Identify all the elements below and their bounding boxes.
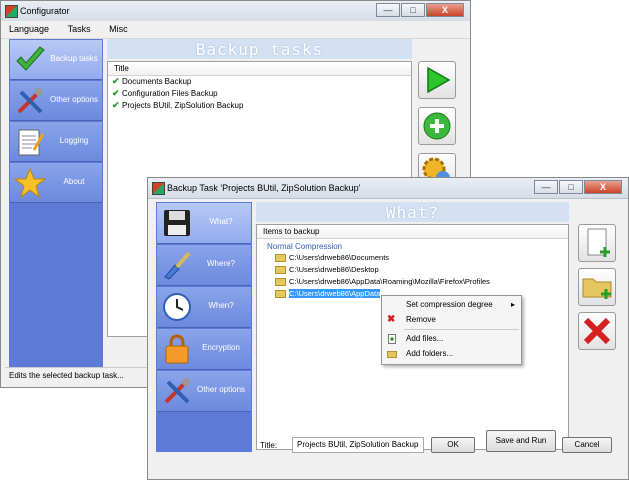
dialog-titlebar[interactable]: Backup Task 'Projects BUtil, ZipSolution… xyxy=(148,178,628,199)
list-item[interactable]: ✔ Configuration Files Backup xyxy=(108,88,411,100)
folder-icon xyxy=(275,290,286,299)
sidebar-item-label: Logging xyxy=(59,136,89,145)
folder-icon xyxy=(275,278,286,287)
sidebar-item-label: Other options xyxy=(196,385,246,394)
tools-icon xyxy=(17,88,43,114)
close-button[interactable]: X xyxy=(426,3,464,17)
window-title: Configurator xyxy=(20,6,70,16)
lock-icon xyxy=(165,334,189,364)
app-icon xyxy=(152,182,165,195)
maximize-button[interactable]: □ xyxy=(401,3,425,17)
save-and-run-button[interactable]: Save and Run xyxy=(486,430,556,452)
sidebar-item-about[interactable]: About xyxy=(10,163,102,203)
sidebar-item-where[interactable]: Where? xyxy=(157,245,251,286)
add-task-button[interactable] xyxy=(418,107,456,145)
plus-icon xyxy=(423,112,451,140)
checkmark-icon: ✔ xyxy=(112,76,120,86)
backup-task-dialog: Backup Task 'Projects BUtil, ZipSolution… xyxy=(147,177,629,480)
column-header-title[interactable]: Title xyxy=(108,62,411,76)
ok-button[interactable]: OK xyxy=(431,437,475,453)
menu-separator xyxy=(404,329,519,330)
title-label: Title: xyxy=(260,441,278,450)
cancel-button[interactable]: Cancel xyxy=(562,437,612,453)
menu-tasks[interactable]: Tasks xyxy=(60,21,99,34)
sidebar-item-logging[interactable]: Logging xyxy=(10,122,102,162)
list-item[interactable]: ✔ Projects BUtil, ZipSolution Backup xyxy=(108,100,411,112)
add-file-icon xyxy=(587,228,610,257)
checkmark-icon: ✔ xyxy=(112,88,120,98)
sidebar-item-other-options[interactable]: Other options xyxy=(10,81,102,121)
folder-icon xyxy=(275,254,286,263)
add-file-icon xyxy=(387,334,397,344)
menu-misc[interactable]: Misc xyxy=(101,21,136,34)
sidebar-item-label: About xyxy=(63,177,85,186)
maximize-button[interactable]: □ xyxy=(559,180,583,194)
tools-icon xyxy=(164,378,190,404)
remove-icon: ✖ xyxy=(387,314,396,325)
clock-icon xyxy=(163,293,191,321)
sidebar-item-backup-tasks[interactable]: Backup tasks xyxy=(10,40,102,80)
app-icon xyxy=(5,5,18,18)
folder-icon xyxy=(275,266,286,275)
menu-bar: Language Tasks Misc xyxy=(1,21,470,39)
list-item[interactable]: C:\Users\drweb86\AppData\Roaming\Mozilla… xyxy=(257,277,568,289)
sidebar-item-encryption[interactable]: Encryption xyxy=(157,329,251,370)
configurator-sidebar: Backup tasks Other options Logging About xyxy=(9,39,103,367)
configurator-titlebar[interactable]: Configurator — □ X xyxy=(1,1,470,22)
context-menu: Set compression degree ▸ ✖ Remove Add fi… xyxy=(381,295,522,365)
menu-item-remove[interactable]: ✖ Remove xyxy=(382,313,521,327)
menu-language[interactable]: Language xyxy=(1,21,57,34)
sidebar-item-label: Backup tasks xyxy=(50,54,98,63)
add-files-button[interactable] xyxy=(578,224,616,262)
sidebar-item-label: Where? xyxy=(206,259,235,268)
menu-item-add-folders[interactable]: Add folders... xyxy=(382,347,521,361)
add-folders-button[interactable] xyxy=(578,268,616,306)
run-task-button[interactable] xyxy=(418,61,456,99)
minimize-button[interactable]: — xyxy=(534,180,558,194)
panel-title: Backup tasks xyxy=(195,40,324,59)
sidebar-item-label: What? xyxy=(209,217,233,226)
notepad-icon xyxy=(18,129,45,156)
minimize-button[interactable]: — xyxy=(376,3,400,17)
checkmark-icon xyxy=(16,46,45,71)
remove-icon xyxy=(583,317,611,345)
dialog-sidebar: What? Where? When? Encryption Other opti… xyxy=(156,202,252,452)
dialog-title: Backup Task 'Projects BUtil, ZipSolution… xyxy=(167,183,361,193)
close-button[interactable]: X xyxy=(584,180,622,194)
sidebar-item-label: Other options xyxy=(49,95,99,104)
checkmark-icon: ✔ xyxy=(112,100,120,110)
title-input[interactable]: Projects BUtil, ZipSolution Backup xyxy=(292,437,424,453)
add-folder-icon xyxy=(387,349,397,359)
brush-icon xyxy=(164,251,191,280)
group-header: Normal Compression xyxy=(267,242,343,251)
star-icon xyxy=(14,167,46,199)
sidebar-item-when[interactable]: When? xyxy=(157,287,251,328)
add-folder-icon xyxy=(582,278,612,299)
list-item[interactable]: C:\Users\drweb86\Documents xyxy=(257,253,568,265)
panel-title: What? xyxy=(385,203,440,222)
menu-item-set-compression[interactable]: Set compression degree ▸ xyxy=(382,298,521,312)
sidebar-item-label: When? xyxy=(208,301,234,310)
submenu-arrow-icon: ▸ xyxy=(510,300,515,309)
remove-item-button[interactable] xyxy=(578,312,616,350)
menu-item-add-files[interactable]: Add files... xyxy=(382,332,521,346)
sidebar-item-label: Encryption xyxy=(202,343,240,352)
list-item[interactable]: ✔ Documents Backup xyxy=(108,76,411,88)
list-item[interactable]: C:\Users\drweb86\Desktop xyxy=(257,265,568,277)
sidebar-item-other-options[interactable]: Other options xyxy=(157,371,251,412)
play-icon xyxy=(427,66,451,94)
sidebar-item-what[interactable]: What? xyxy=(157,203,251,244)
floppy-disk-icon xyxy=(164,210,190,236)
column-header-items[interactable]: Items to backup xyxy=(257,225,568,239)
